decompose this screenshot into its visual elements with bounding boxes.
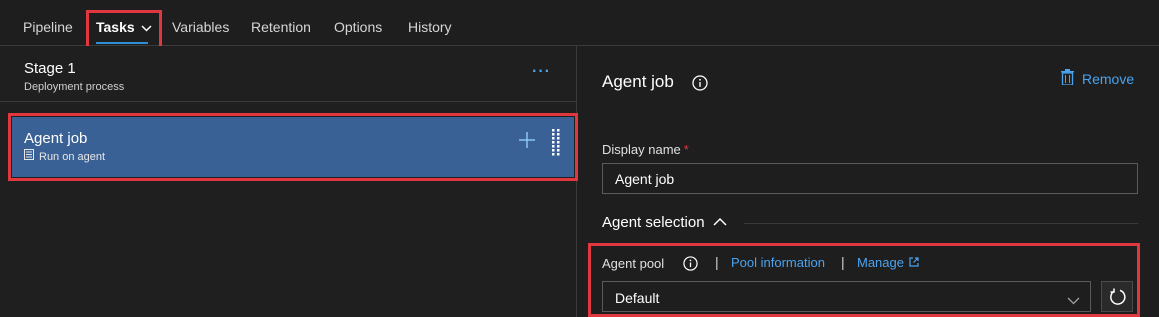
display-name-input[interactable] bbox=[602, 163, 1138, 194]
agent-job-subtitle-text: Run on agent bbox=[39, 151, 106, 163]
agent-job-subtitle: Run on agent bbox=[24, 149, 106, 163]
agent-selection-toggle[interactable]: Agent selection bbox=[602, 214, 727, 231]
drag-handle-icon[interactable] bbox=[552, 129, 560, 164]
tab-variables[interactable]: Variables bbox=[172, 0, 229, 46]
external-link-icon bbox=[909, 255, 919, 270]
pool-information-link[interactable]: Pool information bbox=[731, 255, 825, 270]
stage-title: Stage 1 bbox=[24, 60, 76, 77]
remove-label: Remove bbox=[1082, 71, 1135, 87]
agent-pool-select[interactable]: Default bbox=[602, 281, 1091, 312]
agent-job-title: Agent job bbox=[24, 130, 88, 147]
details-pane: Agent job Remove Display name* Agent sel… bbox=[578, 46, 1159, 317]
details-title: Agent job bbox=[602, 72, 674, 91]
chevron-up-icon bbox=[713, 213, 727, 230]
info-icon[interactable] bbox=[692, 75, 708, 96]
more-icon: ··· bbox=[532, 63, 551, 80]
active-tab-indicator bbox=[96, 42, 148, 44]
trash-icon bbox=[1061, 69, 1074, 88]
refresh-icon bbox=[1110, 288, 1126, 305]
manage-link-label: Manage bbox=[857, 255, 904, 270]
plus-icon bbox=[518, 132, 536, 153]
remove-button[interactable]: Remove bbox=[1061, 69, 1135, 88]
tab-options[interactable]: Options bbox=[334, 0, 382, 46]
tab-tasks-label: Tasks bbox=[96, 19, 135, 35]
agent-icon bbox=[24, 149, 34, 163]
tab-tasks[interactable]: Tasks bbox=[96, 0, 152, 46]
link-separator: | bbox=[841, 254, 845, 270]
manage-link[interactable]: Manage bbox=[857, 255, 919, 270]
stage-header: Stage 1 Deployment process ··· bbox=[0, 46, 576, 102]
tab-retention[interactable]: Retention bbox=[251, 0, 311, 46]
tab-pipeline[interactable]: Pipeline bbox=[23, 0, 73, 46]
agent-job-card[interactable]: Agent job Run on agent bbox=[12, 117, 574, 177]
display-name-label-text: Display name bbox=[602, 142, 681, 157]
info-icon[interactable] bbox=[683, 256, 698, 276]
agent-pool-value: Default bbox=[615, 290, 660, 306]
more-options-button[interactable]: ··· bbox=[532, 63, 551, 81]
add-task-button[interactable] bbox=[518, 131, 536, 154]
stage-pane: Stage 1 Deployment process ··· Agent job… bbox=[0, 46, 577, 317]
refresh-button[interactable] bbox=[1101, 281, 1133, 312]
required-mark: * bbox=[683, 142, 689, 157]
top-nav: Pipeline Tasks Variables Retention Optio… bbox=[0, 0, 1159, 46]
tab-history[interactable]: History bbox=[408, 0, 452, 46]
agent-selection-label: Agent selection bbox=[602, 214, 705, 231]
section-divider bbox=[744, 223, 1138, 224]
chevron-down-icon bbox=[1067, 292, 1080, 310]
link-separator: | bbox=[715, 254, 719, 270]
display-name-label: Display name * bbox=[602, 142, 689, 157]
agent-pool-label: Agent pool bbox=[602, 256, 665, 271]
stage-subtitle: Deployment process bbox=[24, 81, 125, 93]
